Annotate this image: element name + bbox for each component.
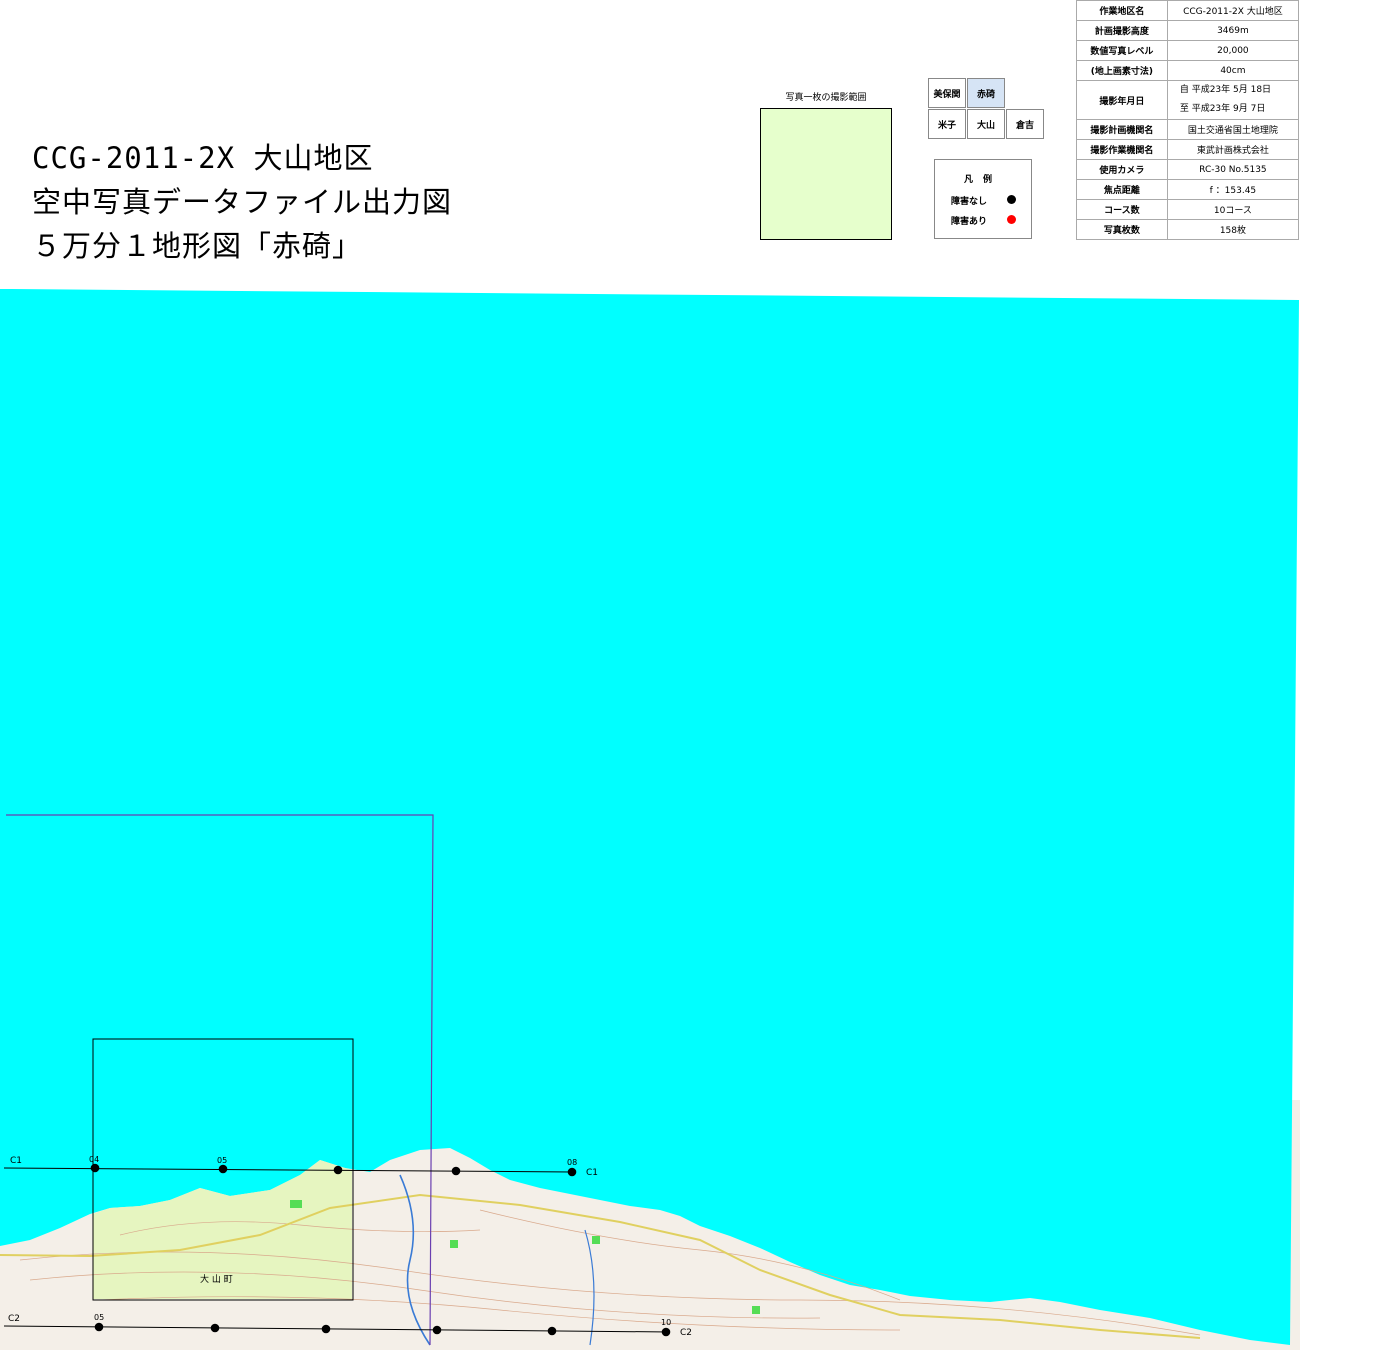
photo-point[interactable]	[218, 1164, 228, 1174]
info-value-line: 自 平成23年 5月 18日	[1179, 85, 1272, 95]
info-key: 数値写真レベル	[1076, 40, 1168, 61]
legend-item-fault: 障害あり	[951, 217, 988, 227]
info-table: 作業地区名 CCG-2011-2X 大山地区 計画撮影高度 3469m 数値写真レベル 2…	[1076, 0, 1300, 240]
legend-item-no-fault: 障害なし	[951, 197, 988, 207]
index-cell-kurayoshi[interactable]: 倉吉	[1006, 109, 1044, 139]
index-map: 美保関 赤碕 米子 大山 倉吉	[928, 78, 1044, 140]
photo-point[interactable]	[451, 1166, 461, 1176]
coverage-box	[760, 108, 892, 240]
park-area	[290, 1200, 302, 1208]
photo-point[interactable]	[567, 1167, 577, 1177]
park-area	[592, 1236, 600, 1244]
info-key: 使用カメラ	[1076, 159, 1168, 180]
photo-coverage-sample: 写真一枚の撮影範囲	[760, 92, 892, 240]
info-key: 焦点距離	[1076, 179, 1168, 200]
index-cell-mihonoseki[interactable]: 美保関	[928, 78, 966, 108]
course-c1-start-label: C1	[10, 1156, 22, 1166]
info-key: 写真枚数	[1076, 219, 1168, 240]
info-row: 作業地区名 CCG-2011-2X 大山地区	[1076, 0, 1300, 21]
index-cell-daisen[interactable]: 大山	[967, 109, 1005, 139]
photo-number-label: 04	[89, 1155, 99, 1164]
info-value: f ：153.45	[1166, 179, 1300, 200]
info-row: 撮影作業機関名 東武計画株式会社	[1076, 139, 1300, 160]
legend-title: 凡例	[963, 175, 1002, 185]
title-line-2: 空中写真データファイル出力図	[32, 185, 453, 219]
photo-point[interactable]	[661, 1327, 671, 1337]
index-cell-akasaki[interactable]: 赤碕	[967, 78, 1005, 108]
info-value: RC-30 No.5135	[1166, 159, 1300, 180]
photo-point[interactable]	[210, 1323, 220, 1333]
photo-point[interactable]	[90, 1163, 100, 1173]
info-value: 40cm	[1166, 60, 1300, 81]
photo-number-label: 10	[661, 1318, 671, 1327]
index-cell-yonago[interactable]: 米子	[928, 109, 966, 139]
photo-point[interactable]	[321, 1324, 331, 1334]
photo-number-label: 08	[567, 1158, 577, 1167]
course-c1-end-label: C1	[586, 1168, 598, 1178]
course-c2-end-label: C2	[680, 1328, 692, 1338]
legend: 凡例 障害なし 障害あり	[934, 159, 1032, 239]
title-line-3: ５万分１地形図「赤碕」	[32, 229, 363, 263]
photo-point[interactable]	[547, 1326, 557, 1336]
info-value: 東武計画株式会社	[1166, 139, 1300, 160]
info-key: コース数	[1076, 199, 1168, 220]
info-row: 撮影年月日自 平成23年 5月 18日至 平成23年 9月 7日	[1076, 80, 1300, 120]
topographic-map[interactable]: 大 山 町 C1 C1 04 05 08 C2 C2 05 10	[0, 288, 1384, 1350]
info-row: 使用カメラ RC-30 No.5135	[1076, 159, 1300, 180]
info-value: 10コース	[1166, 199, 1300, 220]
info-value: 3469m	[1166, 20, 1300, 41]
photo-point[interactable]	[94, 1322, 104, 1332]
info-row: 焦点距離 f ：153.45	[1076, 179, 1300, 200]
info-key: 計画撮影高度	[1076, 20, 1168, 41]
sea-area	[0, 289, 1299, 1345]
info-row: (地上画素寸法) 40cm	[1076, 60, 1300, 81]
info-key: 撮影計画機関名	[1076, 119, 1168, 140]
info-value: 158枚	[1166, 219, 1300, 240]
info-row: 撮影計画機関名 国土交通省国土地理院	[1076, 119, 1300, 140]
info-value: 国土交通省国土地理院	[1166, 119, 1300, 140]
info-row: 計画撮影高度 3469m	[1076, 20, 1300, 41]
photo-number-label: 05	[217, 1156, 227, 1165]
info-key: 撮影作業機関名	[1076, 139, 1168, 160]
info-value: 20,000	[1166, 40, 1300, 61]
info-value: CCG-2011-2X 大山地区	[1166, 0, 1300, 21]
park-area	[450, 1240, 458, 1248]
photo-number-label: 05	[94, 1313, 104, 1322]
info-row: 写真枚数 158枚	[1076, 219, 1300, 240]
info-value-line: 至 平成23年 9月 7日	[1179, 104, 1266, 114]
town-label: 大 山 町	[200, 1273, 233, 1285]
legend-dot-black	[1007, 195, 1016, 204]
info-key: (地上画素寸法)	[1076, 60, 1168, 81]
info-value: 自 平成23年 5月 18日至 平成23年 9月 7日	[1166, 80, 1300, 120]
photo-point[interactable]	[333, 1165, 343, 1175]
info-row: コース数 10コース	[1076, 199, 1300, 220]
photo-point[interactable]	[432, 1325, 442, 1335]
course-c2-start-label: C2	[8, 1314, 20, 1324]
coverage-label: 写真一枚の撮影範囲	[785, 93, 867, 103]
title-line-1: CCG-2011-2X 大山地区	[32, 141, 374, 175]
info-key: 作業地区名	[1076, 0, 1168, 21]
map-title: CCG-2011-2X 大山地区 空中写真データファイル出力図 ５万分１地形図「…	[32, 136, 452, 268]
info-row: 数値写真レベル 20,000	[1076, 40, 1300, 61]
park-area	[752, 1306, 760, 1314]
info-key: 撮影年月日	[1076, 80, 1168, 120]
legend-dot-red	[1007, 215, 1016, 224]
